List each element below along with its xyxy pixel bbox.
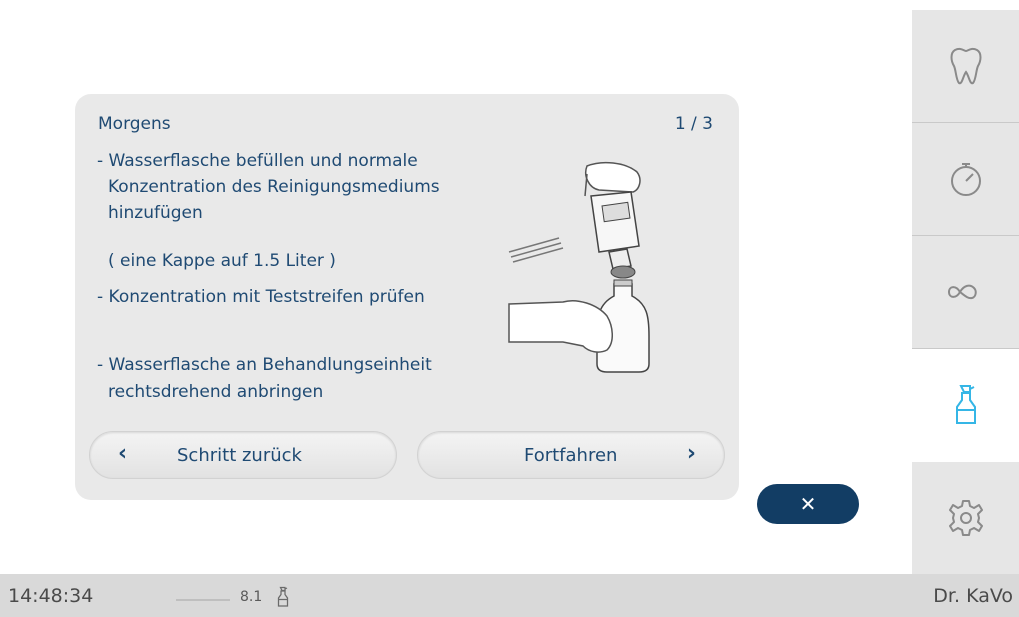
continue-button[interactable]: Fortfahren › [417, 431, 725, 479]
dialog-title: Morgens [98, 114, 171, 134]
gear-icon [948, 500, 983, 536]
instruction-line: - Wasserflasche an Behandlungseinheit [97, 355, 432, 375]
close-button[interactable]: ✕ [757, 484, 859, 524]
close-icon: ✕ [799, 492, 817, 516]
version-label: 8.1 [240, 589, 263, 605]
stopwatch-icon [950, 163, 981, 196]
instruction-line: rechtsdrehend anbringen [108, 382, 324, 402]
instruction-line-wrap: hinzufügen [97, 200, 203, 226]
chevron-left-icon: ‹ [118, 441, 128, 466]
clock: 14:48:34 [8, 585, 94, 607]
sidebar-item-treatment[interactable] [912, 10, 1019, 123]
chevron-right-icon: › [686, 441, 696, 466]
status-bar: 14:48:34 8.1 Dr. KaVo [0, 574, 1019, 617]
right-sidebar [912, 10, 1019, 575]
tooth-icon [950, 47, 981, 85]
instruction-line: hinzufügen [108, 203, 203, 223]
sidebar-item-timer[interactable] [912, 123, 1019, 236]
continue-label: Fortfahren [524, 445, 618, 466]
instruction-line: Konzentration des Reinigungsmediums [108, 177, 440, 197]
instruction-dialog: Morgens 1 / 3 - Wasserflasche befüllen u… [75, 94, 739, 500]
status-divider [176, 599, 230, 601]
instruction-line: ( eine Kappe auf 1.5 Liter ) [108, 251, 336, 271]
sidebar-item-hygiene[interactable] [912, 349, 1019, 461]
instruction-line-wrap: ( eine Kappe auf 1.5 Liter ) [97, 248, 336, 274]
instruction-line-wrap: rechtsdrehend anbringen [97, 379, 323, 405]
sidebar-item-settings[interactable] [912, 462, 1019, 575]
pouring-illustration [508, 161, 650, 373]
spray-bottle-status-icon [277, 586, 289, 607]
instruction-line: - Wasserflasche befüllen und normale [97, 151, 418, 171]
infinity-icon [947, 284, 977, 300]
step-back-button[interactable]: ‹ Schritt zurück [89, 431, 397, 479]
step-back-label: Schritt zurück [177, 445, 302, 466]
instruction-line-wrap: Konzentration des Reinigungsmediums [97, 174, 440, 200]
step-counter: 1 / 3 [674, 114, 713, 134]
instruction-line: - Konzentration mit Teststreifen prüfen [97, 287, 425, 307]
spray-bottle-icon [955, 385, 976, 424]
user-name[interactable]: Dr. KaVo [933, 585, 1013, 607]
sidebar-item-continuous[interactable] [912, 236, 1019, 349]
